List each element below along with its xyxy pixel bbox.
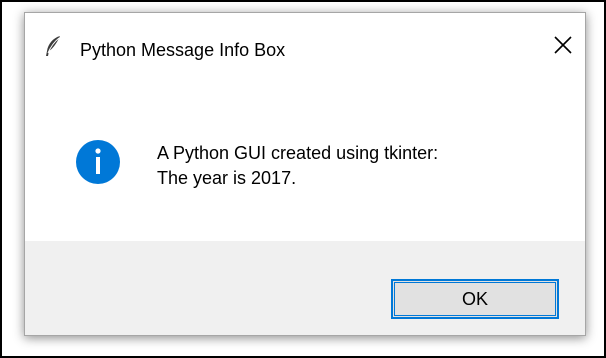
message-line-2: The year is 2017. [157,168,297,188]
message-dialog: Python Message Info Box A Python GUI cre… [24,12,586,336]
feather-icon [43,35,63,57]
close-button[interactable] [541,29,585,65]
message-area: A Python GUI created using tkinter: The … [25,71,585,241]
ok-button-label: OK [461,288,488,309]
screenshot-frame: Python Message Info Box A Python GUI cre… [0,0,606,358]
close-icon [554,35,572,59]
ok-button[interactable]: OK [391,279,559,319]
title-bar[interactable]: Python Message Info Box [25,13,585,71]
message-text: A Python GUI created using tkinter: The … [157,141,438,191]
window-title: Python Message Info Box [80,40,286,60]
info-icon [75,139,121,185]
message-line-1: A Python GUI created using tkinter: [157,143,439,163]
button-bar: OK [25,241,585,335]
